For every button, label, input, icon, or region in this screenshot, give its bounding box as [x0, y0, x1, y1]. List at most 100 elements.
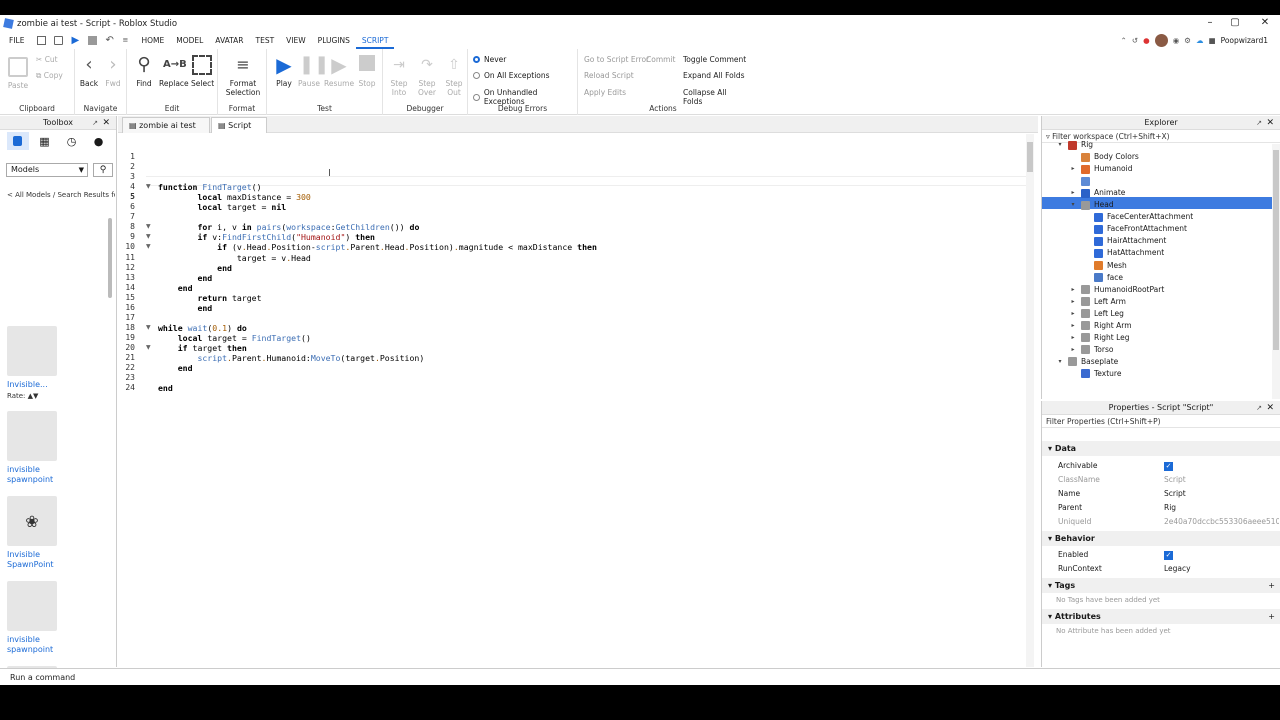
paste-button[interactable]: Paste	[6, 57, 30, 90]
explorer-scrollbar[interactable]	[1272, 144, 1280, 399]
code-line[interactable]: if v:FindFirstChild("Humanoid") then	[158, 232, 375, 242]
item-name[interactable]: invisible spawnpoint	[7, 465, 107, 485]
menu-plugins[interactable]: PLUGINS	[312, 32, 356, 49]
fold-toggle-icon[interactable]: ▼	[146, 233, 151, 240]
item-thumbnail[interactable]	[7, 326, 57, 376]
share-icon[interactable]: ↺	[1132, 36, 1138, 45]
help-icon[interactable]: ■	[1208, 36, 1215, 45]
tree-item[interactable]: ▸ Right Arm	[1069, 320, 1132, 332]
format-selection-button[interactable]: ≡ Format Selection	[222, 55, 264, 97]
popout-icon[interactable]: ↗	[92, 116, 98, 130]
go-to-script-error-button[interactable]: Go to Script Error	[584, 55, 649, 64]
recent-tab[interactable]: ◷	[61, 132, 83, 150]
tree-item[interactable]: ▸ Left Leg	[1069, 308, 1124, 320]
play-icon[interactable]: ▶	[71, 36, 80, 46]
section-data[interactable]: ▾ Data	[1042, 441, 1280, 456]
popout-icon[interactable]: ↗	[1256, 401, 1262, 415]
fold-toggle-icon[interactable]: ▼	[146, 324, 151, 331]
code-line[interactable]: end	[158, 283, 193, 293]
tree-item[interactable]: HairAttachment	[1082, 235, 1166, 247]
team-create-icon[interactable]: ◉	[1173, 36, 1180, 45]
cloud-icon[interactable]: ☁	[1196, 36, 1204, 45]
forward-button[interactable]: › Fwd	[103, 55, 123, 89]
fold-toggle-icon[interactable]: ▼	[146, 344, 151, 351]
code-line[interactable]: script.Parent.Humanoid:MoveTo(target.Pos…	[158, 353, 424, 363]
menu-view[interactable]: VIEW	[280, 32, 312, 49]
item-thumbnail[interactable]	[7, 411, 57, 461]
expand-arrow-icon[interactable]: ▸	[1069, 308, 1077, 320]
expand-arrow-icon[interactable]: ▾	[1069, 199, 1077, 211]
item-name[interactable]: Invisible...	[7, 380, 107, 390]
expand-arrow-icon[interactable]: ▾	[1056, 356, 1064, 368]
properties-filter-input[interactable]: Filter Properties (Ctrl+Shift+P)	[1042, 415, 1280, 428]
property-row[interactable]: Name Script	[1042, 487, 1280, 501]
breadcrumb[interactable]: < All Models / Search Results for	[7, 191, 115, 199]
tree-item[interactable]: Script	[1069, 175, 1116, 187]
checkbox-checked-icon[interactable]: ✓	[1164, 551, 1173, 560]
tree-item[interactable]: FaceCenterAttachment	[1082, 211, 1193, 223]
code-line[interactable]: end	[158, 273, 212, 283]
tree-item[interactable]: ▸ Humanoid	[1069, 163, 1132, 175]
tree-item[interactable]: ▸ HumanoidRootPart	[1069, 284, 1164, 296]
add-tag-icon[interactable]: +	[1268, 578, 1275, 593]
quick-access-dropdown-icon[interactable]: ≡	[122, 36, 131, 45]
code-line[interactable]: if target then	[158, 343, 247, 353]
tree-item[interactable]: Mesh	[1082, 260, 1127, 272]
resume-button[interactable]: ▶ Resume	[324, 55, 354, 88]
tree-item[interactable]: Texture	[1069, 368, 1121, 380]
step-out-button[interactable]: ⇧ Step Out	[443, 55, 465, 97]
tree-item[interactable]: ▸ Left Arm	[1069, 296, 1126, 308]
collapse-ribbon-icon[interactable]: ⌃	[1121, 36, 1127, 45]
undo-icon[interactable]: ↶	[105, 36, 114, 46]
cut-button[interactable]: ✂ Cut	[36, 55, 58, 64]
pause-button[interactable]: ❚❚ Pause	[297, 55, 329, 89]
add-attribute-icon[interactable]: +	[1268, 609, 1275, 624]
code-line[interactable]: end	[158, 383, 173, 393]
property-row[interactable]: Enabled ✓	[1042, 548, 1280, 562]
item-name[interactable]: Invisible SpawnPoint	[7, 550, 107, 570]
replace-button[interactable]: A→B Replace	[159, 55, 189, 88]
search-button[interactable]: ⚲	[93, 163, 113, 177]
menu-script[interactable]: SCRIPT	[355, 32, 395, 49]
creations-tab[interactable]: ●	[88, 132, 110, 150]
commit-button[interactable]: Commit	[646, 55, 675, 64]
expand-arrow-icon[interactable]: ▸	[1069, 344, 1077, 356]
property-row[interactable]: UniqueId 2e40a70dccbc553306aeee5100...	[1042, 515, 1280, 529]
property-row[interactable]: Parent Rig	[1042, 501, 1280, 515]
menu-test[interactable]: TEST	[250, 32, 281, 49]
inventory-tab[interactable]: ▦	[34, 132, 56, 150]
toolbox-item[interactable]: Invisible... Rate: ▲▼	[7, 326, 107, 400]
property-value[interactable]: Script	[1164, 487, 1279, 501]
stop-icon[interactable]	[88, 36, 98, 45]
notifications-icon[interactable]: ●	[1143, 36, 1150, 45]
close-icon[interactable]: ✕	[1250, 16, 1280, 30]
step-into-button[interactable]: ⇥ Step Into	[388, 55, 410, 97]
tree-item[interactable]: face	[1082, 272, 1123, 284]
property-row[interactable]: RunContext Legacy	[1042, 562, 1280, 576]
debug-never-radio[interactable]: Never	[473, 55, 506, 64]
category-select[interactable]: Models ▼	[6, 163, 88, 177]
copy-button[interactable]: ⧉ Copy	[36, 71, 63, 81]
maximize-icon[interactable]: ▢	[1220, 16, 1250, 30]
code-line[interactable]: local target = nil	[158, 202, 286, 212]
username[interactable]: Poopwizard1	[1221, 36, 1268, 45]
thumbs-down-icon[interactable]: ▼	[33, 392, 38, 400]
popout-icon[interactable]: ↗	[1256, 116, 1262, 130]
tree-item[interactable]: ▸ Animate	[1069, 187, 1125, 199]
avatar[interactable]	[1154, 34, 1168, 47]
close-icon[interactable]: ✕	[102, 116, 110, 130]
expand-arrow-icon[interactable]: ▸	[1069, 163, 1077, 175]
tree-item[interactable]: Body Colors	[1069, 151, 1139, 163]
code-line[interactable]: while wait(0.1) do	[158, 323, 247, 333]
marketplace-tab[interactable]	[6, 132, 29, 150]
scrollbar-thumb[interactable]	[1027, 142, 1033, 172]
toolbox-item[interactable]: invisible spawnpoint	[7, 411, 107, 485]
property-value[interactable]: ✓	[1164, 548, 1279, 562]
play-button[interactable]: ▶ Play	[273, 55, 295, 88]
expand-arrow-icon[interactable]: ▸	[1069, 284, 1077, 296]
close-icon[interactable]: ✕	[1266, 401, 1274, 415]
item-name[interactable]: invisible spawnpoint	[7, 635, 107, 655]
property-value[interactable]: Rig	[1164, 501, 1279, 515]
expand-all-folds-button[interactable]: Expand All Folds	[683, 71, 745, 80]
code-line[interactable]: target = v.Head	[158, 253, 311, 263]
